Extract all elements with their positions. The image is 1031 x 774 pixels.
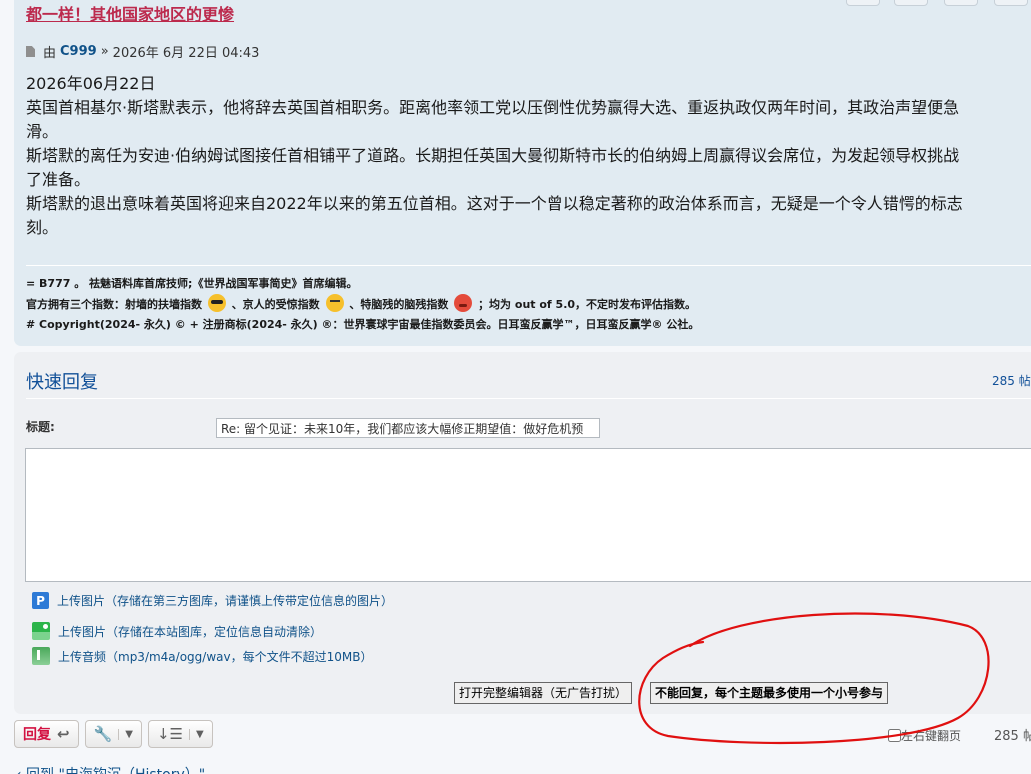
tools-dropdown[interactable]: 🔧 ▼ bbox=[84, 720, 142, 748]
post-date: 2026年 6月 22日 04:43 bbox=[112, 46, 260, 61]
signature: = B777 。 祛魅语料库首席技师;《世界战国军事简史》首席编辑。 官方拥有三… bbox=[26, 265, 1031, 335]
image-upload-icon bbox=[32, 622, 50, 640]
author-link[interactable]: C999 bbox=[60, 44, 97, 59]
upload-image-local[interactable]: 上传图片（存储在本站图库，定位信息自动清除） bbox=[32, 622, 322, 640]
photo-host-icon: P bbox=[32, 592, 49, 609]
edit-icon[interactable]: ✎ bbox=[846, 0, 880, 6]
keyboard-paging-checkbox[interactable] bbox=[888, 729, 901, 742]
sort-dropdown[interactable]: ↓☰ ▼ bbox=[147, 720, 213, 748]
post-icon bbox=[26, 46, 35, 57]
keyboard-paging-toggle[interactable]: 左右键翻页 bbox=[888, 727, 961, 744]
bottom-post-count: 285 帖 bbox=[994, 729, 1031, 744]
reply-button[interactable]: 回复 ↩ bbox=[14, 720, 79, 748]
message-textarea[interactable] bbox=[25, 448, 1031, 582]
cannot-reply-button[interactable]: 不能回复，每个主题最多使用一个小号参与 bbox=[650, 682, 889, 704]
info-icon[interactable]: ! bbox=[944, 0, 978, 6]
quick-reply-title: 快速回复 bbox=[26, 372, 98, 393]
full-editor-button[interactable]: 打开完整编辑器（无广告打扰） bbox=[454, 682, 633, 704]
quick-reply-panel: 快速回复 285 帖 标题: P 上传图片（存储在第三方图库，请谨慎上传带定位信… bbox=[14, 352, 1031, 714]
reply-arrow-icon: ↩ bbox=[57, 725, 70, 743]
chevron-down-icon: ▼ bbox=[118, 728, 133, 740]
delete-icon[interactable]: ✖ bbox=[894, 0, 928, 6]
subject-input[interactable] bbox=[216, 418, 600, 438]
post-title[interactable]: 都一样！其他国家地区的更惨 bbox=[26, 4, 906, 26]
sort-icon: ↓☰ bbox=[156, 725, 183, 743]
post-actions: ✎ ✖ ! ❝ bbox=[846, 0, 1028, 6]
back-to-forum-link[interactable]: ‹ 回到 "史海钩沉（History）" bbox=[16, 764, 205, 774]
post-count: 285 帖 bbox=[992, 374, 1031, 388]
author-line: 由 C999 » 2026年 6月 22日 04:43 bbox=[26, 42, 259, 61]
chevron-down-icon: ▼ bbox=[188, 728, 204, 740]
scared-emoji-icon bbox=[325, 294, 344, 312]
audio-upload-icon bbox=[32, 647, 50, 665]
upload-audio[interactable]: 上传音频（mp3/m4a/ogg/wav，每个文件不超过10MB） bbox=[32, 647, 372, 665]
angry-emoji-icon bbox=[454, 294, 473, 312]
upload-image-external[interactable]: P 上传图片（存储在第三方图库，请谨慎上传带定位信息的图片） bbox=[32, 592, 393, 609]
post-panel: 都一样！其他国家地区的更惨 ✎ ✖ ! ❝ 由 C999 » 2026年 6月 … bbox=[14, 0, 1031, 346]
subject-label: 标题: bbox=[26, 420, 55, 434]
post-content: 2026年06月22日 英国首相基尔·斯塔默表示，他将辞去英国首相职务。距离他率… bbox=[26, 74, 963, 237]
wrench-icon: 🔧 bbox=[93, 725, 113, 743]
post-toolbar: 回复 ↩ 🔧 ▼ ↓☰ ▼ bbox=[14, 720, 213, 748]
divider bbox=[26, 398, 1031, 399]
quote-icon[interactable]: ❝ bbox=[994, 0, 1028, 6]
sunglasses-emoji-icon bbox=[207, 294, 226, 312]
